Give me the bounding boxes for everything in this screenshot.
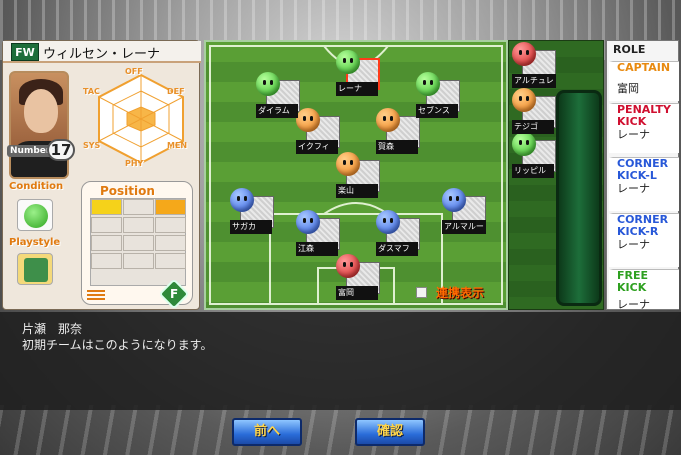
smile-face-icon	[24, 204, 48, 228]
player-condition-icon	[512, 88, 536, 112]
player-condition-icon	[336, 152, 360, 176]
player-condition-icon	[256, 72, 280, 96]
position-cell-active	[91, 199, 122, 215]
dialogue-speaker: 片瀬 那奈	[22, 322, 83, 336]
position-cell	[155, 235, 186, 251]
confirm-button[interactable]: 確認	[355, 418, 425, 446]
player-condition-icon	[512, 42, 536, 66]
link-display-label[interactable]: 連携表示	[436, 284, 484, 301]
link-display-checkbox[interactable]	[416, 287, 427, 298]
stats-hexagon-chart	[98, 73, 184, 165]
player-condition-icon	[336, 50, 360, 74]
bench-player-slot[interactable]: アルチュレ	[512, 42, 558, 88]
position-cell	[123, 199, 154, 215]
dialogue-text: 初期チームはこのようになります。	[22, 338, 213, 352]
role-free-kick[interactable]: FREE KICK レーナ	[609, 269, 679, 311]
formation-player-slot[interactable]: ダスマフ	[376, 210, 422, 256]
role-value: レーナ	[617, 298, 650, 311]
stat-off-label: OFF	[125, 67, 143, 76]
player-condition-icon	[376, 210, 400, 234]
role-captain[interactable]: CAPTAIN 富岡	[609, 61, 679, 101]
formation-player-slot[interactable]: 江森	[296, 210, 342, 256]
roles-title: ROLE	[613, 43, 646, 56]
player-name-tag: セブンス	[416, 104, 458, 118]
role-value: レーナ	[617, 182, 650, 195]
player-name-tag: イクフィ	[296, 140, 338, 154]
player-name-tag: ダスマフ	[376, 242, 418, 256]
list-icon[interactable]	[87, 290, 105, 302]
position-cell	[91, 217, 122, 233]
player-name-tag: テジゴ	[512, 120, 554, 134]
playstyle-label: Playstyle	[9, 237, 61, 248]
player-name-tag: アルチュレ	[512, 74, 556, 88]
position-cell	[123, 253, 154, 269]
role-value: レーナ	[617, 128, 650, 141]
formation-player-slot[interactable]: サガカ	[230, 188, 276, 234]
position-cell	[123, 235, 154, 251]
position-cell	[155, 253, 186, 269]
role-label: CORNER KICK-L	[617, 157, 669, 182]
player-name-tag: アルマルー	[442, 220, 486, 234]
stat-def-label: DEF	[167, 87, 185, 96]
role-penalty-kick[interactable]: PENALTY KICK レーナ	[609, 103, 679, 153]
bench-slot[interactable]	[556, 90, 602, 306]
player-condition-icon	[512, 132, 536, 156]
stat-phy-label: PHY	[125, 159, 144, 168]
formation-player-slot[interactable]: イクフィ	[296, 108, 342, 154]
stat-tac-label: TAC	[83, 87, 100, 96]
position-cell	[91, 235, 122, 251]
formation-player-slot[interactable]: 楽山	[336, 152, 382, 198]
player-condition-icon	[376, 108, 400, 132]
back-button[interactable]: 前へ	[232, 418, 302, 446]
role-label: CORNER KICK-R	[617, 213, 669, 238]
player-condition-icon	[296, 210, 320, 234]
position-cell	[91, 253, 122, 269]
player-name-tag: サガカ	[230, 220, 272, 234]
player-name-tag: 富岡	[336, 286, 378, 300]
formation-player-slot[interactable]: セブンス	[416, 72, 462, 118]
role-corner-kick-r[interactable]: CORNER KICK-R レーナ	[609, 213, 679, 267]
player-card: FW ウィルセン・レーナ Number 17 OFF DEF MEN PHY S…	[2, 40, 201, 310]
position-cell	[155, 217, 186, 233]
formation-player-slot[interactable]: アルマルー	[442, 188, 488, 234]
mini-pitch	[90, 198, 186, 286]
player-condition-icon	[230, 188, 254, 212]
role-label: FREE KICK	[617, 269, 649, 294]
stat-sys-label: SYS	[83, 141, 101, 150]
condition-indicator	[17, 199, 53, 231]
stat-men-label: MEN	[167, 141, 188, 150]
bench-player-slot[interactable]: テジゴ	[512, 88, 558, 134]
roles-panel: ROLE CAPTAIN 富岡 PENALTY KICK レーナ CORNER …	[606, 40, 679, 311]
position-badge: FW	[11, 43, 39, 61]
player-condition-icon	[442, 188, 466, 212]
role-corner-kick-l[interactable]: CORNER KICK-L レーナ	[609, 157, 679, 211]
player-condition-icon	[296, 108, 320, 132]
formation-player-slot[interactable]: ダイラム	[256, 72, 302, 118]
player-card-header: FW ウィルセン・レーナ	[3, 41, 201, 63]
position-cell-active	[155, 199, 186, 215]
player-name-tag: レーナ	[336, 82, 378, 96]
player-name: ウィルセン・レーナ	[43, 47, 161, 62]
player-name-tag: 楽山	[336, 184, 378, 198]
playstyle-icon	[17, 253, 53, 285]
player-condition-icon	[336, 254, 360, 278]
player-condition-icon	[416, 72, 440, 96]
formation-player-slot[interactable]: 富岡	[336, 254, 382, 300]
condition-label: Condition	[9, 181, 64, 192]
role-label: PENALTY KICK	[617, 103, 671, 128]
player-number: 17	[47, 139, 75, 161]
bench-player-slot[interactable]: リッピル	[512, 132, 558, 178]
dialogue-box: 片瀬 那奈 初期チームはこのようになります。	[0, 312, 681, 410]
player-name-tag: リッピル	[512, 164, 554, 178]
player-name-tag: ダイラム	[256, 104, 298, 118]
player-name-tag: 江森	[296, 242, 338, 256]
role-value: レーナ	[617, 238, 650, 251]
role-value: 富岡	[617, 82, 639, 95]
player-portrait	[9, 71, 69, 179]
player-name-tag: 賀森	[376, 140, 418, 154]
position-cell	[123, 217, 154, 233]
formation-player-slot[interactable]: レーナ	[336, 50, 382, 96]
position-title: Position	[100, 184, 155, 198]
role-label: CAPTAIN	[617, 61, 671, 74]
